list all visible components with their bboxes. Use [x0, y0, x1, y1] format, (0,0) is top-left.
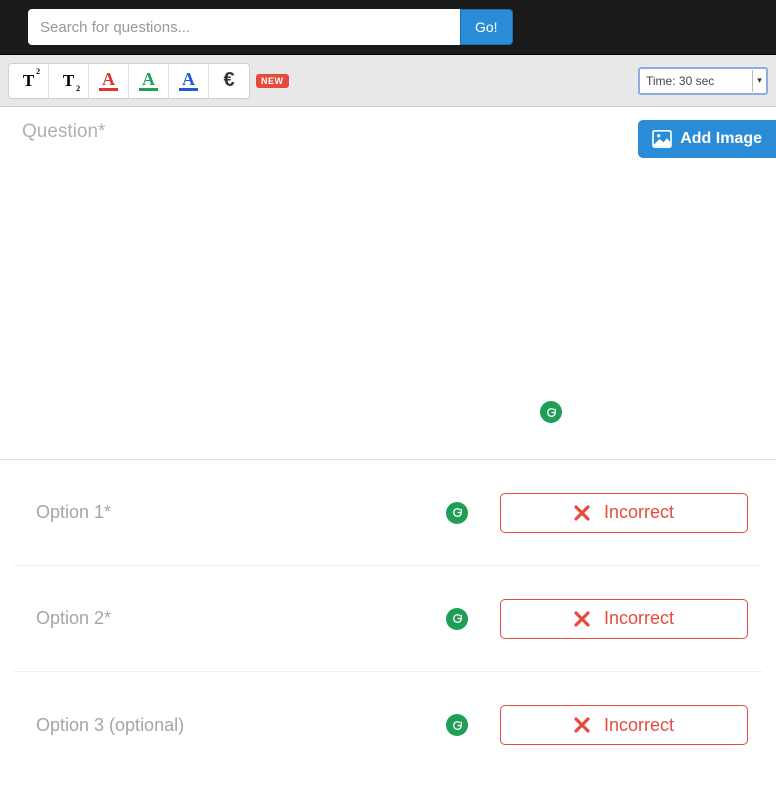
time-select[interactable]: Time: 30 sec [640, 70, 752, 92]
superscript-icon: T [23, 71, 34, 91]
option-row: Option 3 (optional) Incorrect [14, 672, 762, 778]
font-green-icon: A [139, 71, 158, 91]
add-image-label: Add Image [680, 130, 762, 148]
currency-icon: € [223, 69, 234, 92]
font-blue-button[interactable]: A [169, 64, 209, 98]
option-mid [316, 714, 480, 736]
incorrect-label: Incorrect [604, 608, 674, 629]
mark-incorrect-button[interactable]: Incorrect [500, 493, 748, 533]
option-mid [316, 502, 480, 524]
grammarly-icon[interactable] [446, 608, 468, 630]
incorrect-label: Incorrect [604, 715, 674, 736]
format-toolbar: T T A A A € NEW Time: 30 sec ▾ [0, 55, 776, 107]
question-editor[interactable]: Question* Add Image [0, 107, 776, 460]
font-blue-icon: A [179, 71, 198, 91]
font-red-icon: A [99, 71, 118, 91]
new-badge: NEW [256, 74, 289, 88]
close-icon [574, 505, 590, 521]
mark-incorrect-button[interactable]: Incorrect [500, 599, 748, 639]
subscript-icon: T [63, 71, 74, 91]
option-label[interactable]: Option 3 (optional) [36, 715, 296, 736]
mark-incorrect-button[interactable]: Incorrect [500, 705, 748, 745]
font-red-button[interactable]: A [89, 64, 129, 98]
subscript-button[interactable]: T [49, 64, 89, 98]
font-green-button[interactable]: A [129, 64, 169, 98]
close-icon [574, 717, 590, 733]
grammarly-icon[interactable] [446, 714, 468, 736]
options-list: Option 1* Incorrect Option 2* Incorrect [0, 460, 776, 778]
superscript-button[interactable]: T [9, 64, 49, 98]
option-row: Option 2* Incorrect [14, 566, 762, 672]
image-icon [652, 130, 672, 148]
chevron-down-icon: ▾ [752, 70, 766, 92]
search-wrap: Go! [28, 9, 513, 45]
option-row: Option 1* Incorrect [14, 460, 762, 566]
time-select-wrap[interactable]: Time: 30 sec ▾ [638, 67, 768, 95]
main-editor: Question* Add Image Option 1* Incor [0, 107, 776, 778]
grammarly-icon[interactable] [446, 502, 468, 524]
incorrect-label: Incorrect [604, 502, 674, 523]
currency-button[interactable]: € [209, 64, 249, 98]
top-search-bar: Go! [0, 0, 776, 55]
search-input[interactable] [28, 9, 460, 45]
option-mid [316, 608, 480, 630]
search-go-button[interactable]: Go! [460, 9, 513, 45]
close-icon [574, 611, 590, 627]
option-label[interactable]: Option 2* [36, 608, 296, 629]
option-label[interactable]: Option 1* [36, 502, 296, 523]
add-image-button[interactable]: Add Image [638, 120, 776, 158]
grammarly-icon[interactable] [540, 401, 562, 423]
format-button-group: T T A A A € [8, 63, 250, 99]
